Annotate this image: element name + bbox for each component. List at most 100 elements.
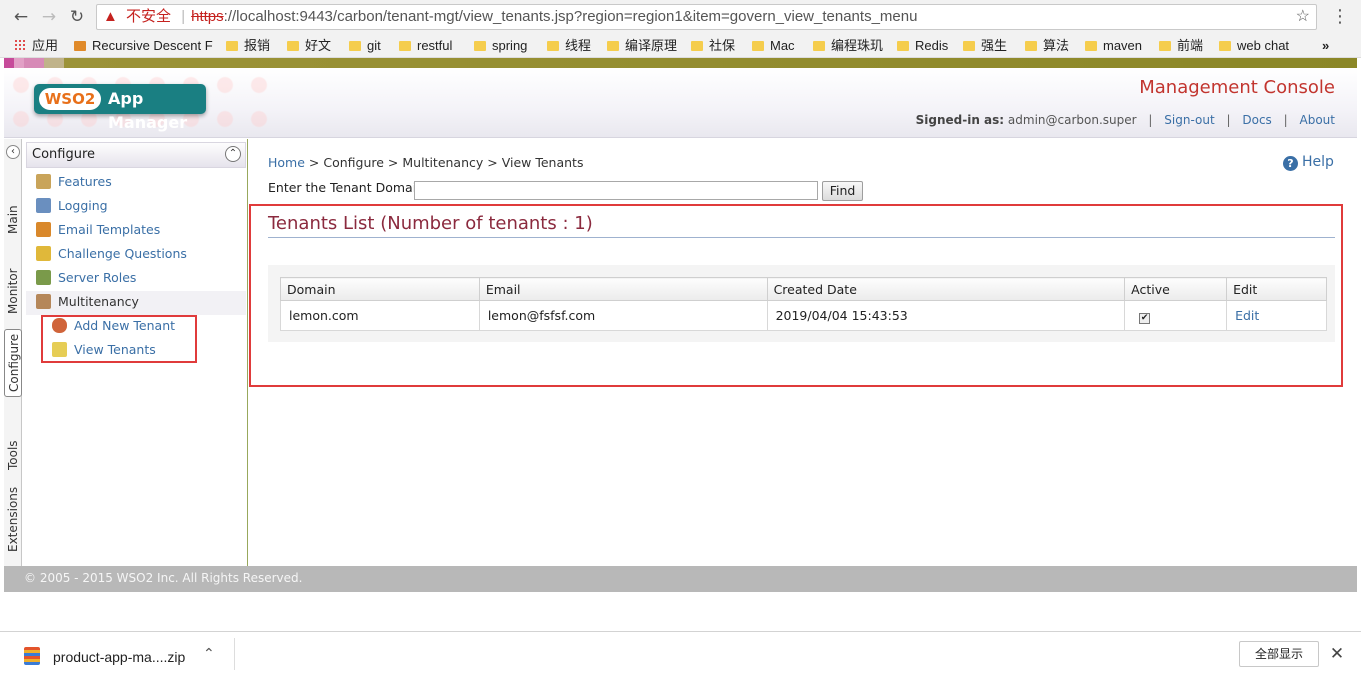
download-bar: product-app-ma....zip ⌃ 全部显示 ✕ [0, 631, 1361, 674]
bookmark-folder[interactable]: web chat [1219, 37, 1289, 55]
reload-icon[interactable]: ↻ [66, 6, 88, 28]
table-header-row: Domain Email Created Date Active Edit [280, 277, 1327, 301]
column-header-email: Email [478, 277, 768, 301]
bookmark-folder[interactable]: maven [1085, 37, 1142, 55]
bookmark-item[interactable]: Recursive Descent F [74, 37, 213, 55]
folder-icon [287, 41, 299, 51]
bookmarks-bar: 应用 Recursive Descent F 报销 好文 git restful… [0, 34, 1361, 58]
features-icon [36, 174, 51, 189]
bookmark-star-icon[interactable]: ☆ [1296, 5, 1310, 29]
collapse-section-icon[interactable]: ⌃ [225, 146, 241, 162]
folder-icon [1025, 41, 1037, 51]
bookmark-folder[interactable]: 强生 [963, 37, 1007, 55]
logo-brand: WSO2 [39, 88, 101, 110]
bookmark-folder[interactable]: 好文 [287, 37, 331, 55]
menu-item-logging[interactable]: Logging [36, 195, 108, 217]
bookmark-folder[interactable]: 社保 [691, 37, 735, 55]
address-bar[interactable]: ▲ 不安全 | https://localhost:9443/carbon/ten… [96, 4, 1317, 30]
collapse-menu-icon[interactable]: ‹ [6, 145, 20, 159]
folder-icon [1219, 41, 1231, 51]
console-title: Management Console [1139, 77, 1335, 98]
console-header: WSO2 App Manager Management Console Sign… [4, 68, 1357, 138]
menu-item-multitenancy[interactable]: Multitenancy [36, 291, 139, 313]
folder-icon [813, 41, 825, 51]
tenant-domain-input[interactable] [414, 181, 818, 200]
column-header-edit: Edit [1226, 277, 1327, 301]
page-icon [74, 41, 86, 51]
help-icon: ? [1283, 156, 1298, 171]
bookmark-folder[interactable]: 算法 [1025, 37, 1069, 55]
bookmark-folder[interactable]: restful [399, 37, 452, 55]
folder-icon [226, 41, 238, 51]
download-file-name[interactable]: product-app-ma....zip [53, 649, 185, 665]
security-warning: 不安全 [126, 8, 172, 25]
browser-menu-icon[interactable]: ⋮ [1331, 6, 1349, 28]
bookmark-folder[interactable]: 线程 [547, 37, 591, 55]
cell-domain: lemon.com [280, 300, 480, 331]
tab-configure[interactable]: Configure [4, 329, 22, 397]
apps-grid-icon [14, 39, 26, 51]
column-header-created-date: Created Date [766, 277, 1126, 301]
logging-icon [36, 198, 51, 213]
tab-monitor[interactable]: Monitor [4, 261, 22, 321]
bookmark-folder[interactable]: git [349, 37, 381, 55]
tenants-list-title: Tenants List (Number of tenants : 1) [268, 213, 593, 234]
folder-icon [752, 41, 764, 51]
bookmark-folder[interactable]: 报销 [226, 37, 270, 55]
signed-in-label: Signed-in as: [915, 113, 1005, 127]
divider [234, 638, 235, 670]
cell-created-date: 2019/04/04 15:43:53 [766, 300, 1126, 331]
menu-section-title: Configure [32, 147, 96, 162]
copyright-footer: © 2005 - 2015 WSO2 Inc. All Rights Reser… [4, 566, 1357, 592]
bookmark-folder[interactable]: Mac [752, 37, 795, 55]
menu-section-header[interactable]: Configure ⌃ [26, 142, 246, 168]
bookmark-folder[interactable]: Redis [897, 37, 948, 55]
divider: | [1283, 113, 1288, 127]
title-divider [268, 237, 1335, 238]
folder-icon [349, 41, 361, 51]
server-roles-icon [36, 270, 51, 285]
about-link[interactable]: About [1300, 113, 1335, 127]
menu-item-email-templates[interactable]: Email Templates [36, 219, 160, 241]
help-link[interactable]: ? Help [1283, 154, 1334, 171]
folder-icon [1085, 41, 1097, 51]
multitenancy-icon [36, 294, 51, 309]
tab-main[interactable]: Main [4, 197, 22, 243]
url-separator: | [181, 8, 186, 25]
folder-icon [691, 41, 703, 51]
find-button[interactable]: Find [822, 181, 863, 201]
logo-product: App Manager [108, 89, 188, 132]
bookmark-apps[interactable]: 应用 [14, 37, 58, 55]
active-checkbox[interactable]: ✔ [1139, 312, 1151, 324]
email-templates-icon [36, 222, 51, 237]
column-header-active: Active [1124, 277, 1228, 301]
menu-item-server-roles[interactable]: Server Roles [36, 267, 136, 289]
tab-tools[interactable]: Tools [4, 435, 22, 475]
bookmark-folder[interactable]: 编译原理 [607, 37, 677, 55]
signout-link[interactable]: Sign-out [1164, 113, 1214, 127]
bookmark-folder[interactable]: 前端 [1159, 37, 1203, 55]
bookmark-folder[interactable]: 编程珠玑 [813, 37, 883, 55]
show-all-downloads-button[interactable]: 全部显示 [1239, 641, 1319, 667]
arrow-right-icon[interactable]: → [38, 6, 60, 28]
breadcrumb-home[interactable]: Home [268, 155, 305, 170]
highlight-box-menu [41, 315, 197, 363]
table-row: lemon.com lemon@fsfsf.com 2019/04/04 15:… [280, 300, 1327, 331]
app-manager-logo[interactable]: WSO2 App Manager [34, 84, 206, 132]
close-icon[interactable]: ✕ [1327, 643, 1347, 665]
cell-active: ✔ [1124, 300, 1228, 331]
chevron-up-icon[interactable]: ⌃ [203, 646, 215, 662]
menu-item-challenge-questions[interactable]: Challenge Questions [36, 243, 187, 265]
bookmark-folder[interactable]: spring [474, 37, 527, 55]
cell-edit: Edit [1226, 300, 1327, 331]
tab-extensions[interactable]: Extensions [4, 483, 22, 555]
menu-item-features[interactable]: Features [36, 171, 112, 193]
column-header-domain: Domain [280, 277, 480, 301]
arrow-left-icon[interactable]: ← [10, 6, 32, 28]
edit-tenant-link[interactable]: Edit [1235, 308, 1259, 323]
archive-file-icon [24, 647, 40, 665]
more-bookmarks-button[interactable]: » [1322, 37, 1329, 55]
breadcrumb-multitenancy: Multitenancy [402, 155, 484, 170]
docs-link[interactable]: Docs [1242, 113, 1271, 127]
folder-icon [963, 41, 975, 51]
